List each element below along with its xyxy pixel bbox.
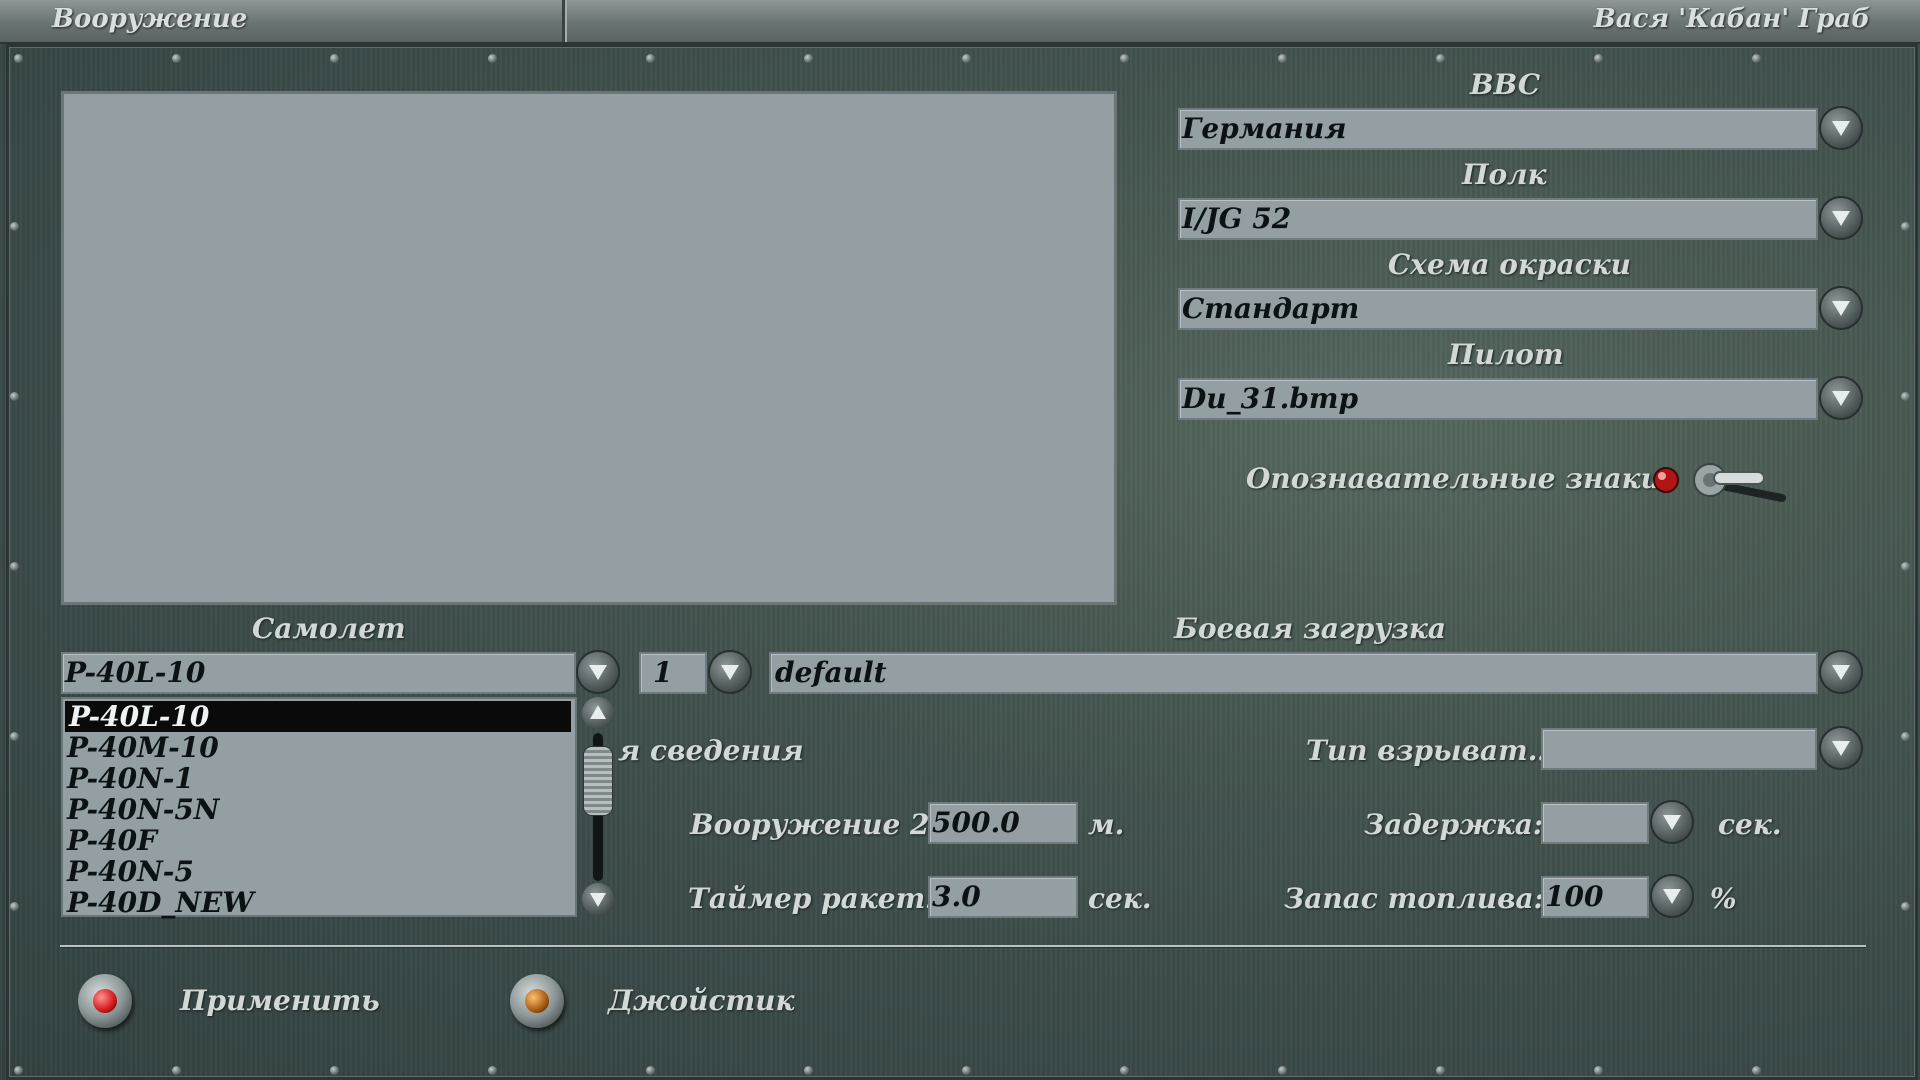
info-partial-label: я сведения xyxy=(618,734,804,767)
list-item[interactable]: P-40F xyxy=(63,825,575,856)
rivet xyxy=(488,54,497,63)
rivet xyxy=(1901,222,1910,231)
rocket-timer-unit: сек. xyxy=(1088,882,1152,915)
fuel-label: Запас топлива: xyxy=(1284,882,1545,915)
scroll-thumb[interactable] xyxy=(584,747,612,815)
rivet xyxy=(1278,1066,1287,1075)
scheme-label: Схема окраски xyxy=(1388,248,1632,281)
pilot-dropdown-icon[interactable] xyxy=(1821,378,1861,418)
bbc-label: BBC xyxy=(1470,68,1541,101)
rivet xyxy=(1120,54,1129,63)
fuel-field[interactable]: 100 xyxy=(1541,876,1649,918)
rivet xyxy=(804,1066,813,1075)
aircraft-preview xyxy=(61,91,1117,605)
fuse-label: Тип взрыват.: xyxy=(1306,734,1548,767)
rivet xyxy=(1594,54,1603,63)
rivet xyxy=(330,54,339,63)
count-dropdown-icon[interactable] xyxy=(710,652,750,692)
scheme-field[interactable]: Стандарт xyxy=(1178,288,1818,330)
list-item[interactable]: P-40D_NEW xyxy=(63,887,575,918)
title-bar: Вооружение Вася 'Кабан' Граб xyxy=(0,0,1920,44)
rivet xyxy=(1901,562,1910,571)
armament2-unit: м. xyxy=(1088,808,1125,841)
fuel-dropdown-icon[interactable] xyxy=(1652,876,1692,916)
rivet xyxy=(1752,54,1761,63)
rivet xyxy=(646,54,655,63)
markings-toggle[interactable] xyxy=(1652,458,1792,514)
aircraft-dropdown-icon[interactable] xyxy=(578,652,618,692)
rivet xyxy=(10,392,19,401)
list-item[interactable]: P-40N-5N xyxy=(63,794,575,825)
rivet xyxy=(1436,54,1445,63)
fuel-unit: % xyxy=(1710,882,1737,915)
list-item-selected[interactable]: P-40L-10 xyxy=(65,701,571,732)
separator-line xyxy=(60,945,1866,947)
delay-unit: сек. xyxy=(1718,808,1782,841)
regiment-label: Полк xyxy=(1462,158,1547,191)
loadout-label: Боевая загрузка xyxy=(1174,612,1447,645)
user-name: Вася 'Кабан' Граб xyxy=(1593,4,1870,34)
rivet xyxy=(962,1066,971,1075)
joystick-label[interactable]: Джойстик xyxy=(608,984,794,1017)
list-item[interactable]: P-40N-5 xyxy=(63,856,575,887)
loadout-field[interactable]: default xyxy=(769,652,1818,694)
list-item[interactable]: P-40M-10 xyxy=(63,732,575,763)
rivet xyxy=(1120,1066,1129,1075)
scheme-dropdown-icon[interactable] xyxy=(1821,288,1861,328)
rivet xyxy=(488,1066,497,1075)
rivet xyxy=(14,54,23,63)
list-item[interactable]: P-40N-1 xyxy=(63,763,575,794)
rocket-timer-label: Таймер ракет: xyxy=(688,882,936,915)
delay-field[interactable] xyxy=(1541,802,1649,844)
bbc-field[interactable]: Германия xyxy=(1178,108,1818,150)
rivet xyxy=(10,562,19,571)
aircraft-list[interactable]: P-40L-10 P-40M-10 P-40N-1 P-40N-5N P-40F P-40… xyxy=(61,697,577,918)
rivet xyxy=(330,1066,339,1075)
rivet xyxy=(804,54,813,63)
rivet xyxy=(1901,392,1910,401)
apply-lamp-icon xyxy=(93,989,117,1013)
rivet xyxy=(1901,732,1910,741)
window-title: Вооружение xyxy=(52,4,248,34)
rocket-timer-field[interactable]: 3.0 xyxy=(928,876,1078,918)
joystick-lamp-icon xyxy=(525,989,549,1013)
rivet xyxy=(1752,1066,1761,1075)
aircraft-field[interactable]: P-40L-10 xyxy=(61,652,576,694)
fuse-field[interactable] xyxy=(1541,728,1817,770)
loadout-dropdown-icon[interactable] xyxy=(1821,652,1861,692)
armament2-label: Вооружение 2: xyxy=(690,808,940,841)
rivet xyxy=(14,1066,23,1075)
aircraft-count-field[interactable]: 1 xyxy=(639,652,707,694)
rivet xyxy=(1278,54,1287,63)
regiment-dropdown-icon[interactable] xyxy=(1821,198,1861,238)
regiment-field[interactable]: I/JG 52 xyxy=(1178,198,1818,240)
rivet xyxy=(1436,1066,1445,1075)
pilot-field[interactable]: Du_31.bmp xyxy=(1178,378,1818,420)
rivet xyxy=(646,1066,655,1075)
rivet xyxy=(10,902,19,911)
apply-button[interactable] xyxy=(78,974,132,1028)
rivet xyxy=(172,54,181,63)
delay-dropdown-icon[interactable] xyxy=(1652,802,1692,842)
rivet xyxy=(10,732,19,741)
bbc-dropdown-icon[interactable] xyxy=(1821,108,1861,148)
pilot-label: Пилот xyxy=(1448,338,1564,371)
apply-label[interactable]: Применить xyxy=(180,984,380,1017)
joystick-button[interactable] xyxy=(510,974,564,1028)
rivet xyxy=(1594,1066,1603,1075)
scroll-up-icon[interactable] xyxy=(582,697,614,729)
rivet xyxy=(962,54,971,63)
rivet xyxy=(1901,902,1910,911)
aircraft-label: Самолет xyxy=(252,612,406,645)
delay-label: Задержка: xyxy=(1364,808,1544,841)
armament2-field[interactable]: 500.0 xyxy=(928,802,1078,844)
aircraft-list-scrollbar[interactable] xyxy=(580,697,618,917)
rivet xyxy=(10,222,19,231)
markings-label: Опознавательные знаки: xyxy=(1246,462,1672,495)
rivet xyxy=(172,1066,181,1075)
fuse-dropdown-icon[interactable] xyxy=(1821,728,1861,768)
scroll-down-icon[interactable] xyxy=(582,883,614,915)
